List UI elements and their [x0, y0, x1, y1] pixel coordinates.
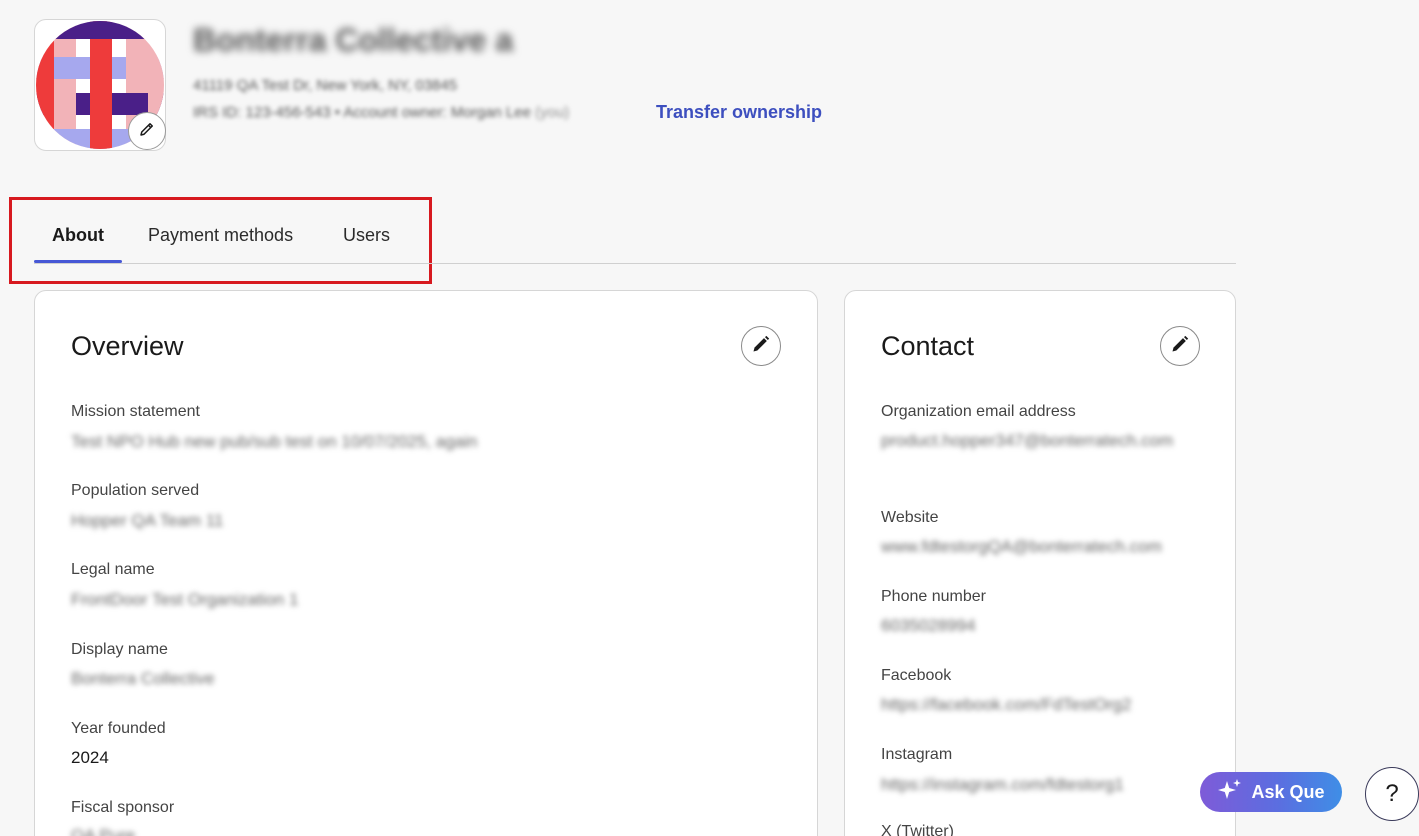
instagram-value: https://instagram.com/fdtestorg1: [881, 775, 1124, 794]
mission-statement-label: Mission statement: [71, 403, 200, 420]
ask-que-label: Ask Que: [1251, 781, 1325, 802]
ask-que-button[interactable]: Ask Que: [1200, 772, 1342, 812]
mission-statement-value: Test NPO Hub new pub/sub test on 10/07/2…: [71, 432, 478, 451]
organization-profile-page: Bonterra Collective a 41119 QA Test Dr, …: [0, 0, 1419, 836]
question-mark-icon: ?: [1385, 780, 1399, 807]
website-value: www.fdtestorgQA@bonterratech.com: [881, 537, 1162, 556]
population-served-value: Hopper QA Team 11: [71, 511, 224, 530]
org-email-label: Organization email address: [881, 403, 1076, 420]
legal-name-label: Legal name: [71, 561, 155, 578]
org-email-value: product.hopper347@bonterratech.com: [881, 431, 1174, 450]
phone-number-label: Phone number: [881, 588, 986, 605]
facebook-value: https://facebook.com/FdTestOrg2: [881, 695, 1132, 714]
year-founded-label: Year founded: [71, 720, 166, 737]
overview-edit-button[interactable]: [741, 326, 781, 366]
org-ids-line: IRS ID: 123-456-543 • Account owner: Mor…: [193, 104, 569, 121]
year-founded-value: 2024: [71, 748, 109, 767]
tab-users[interactable]: Users: [343, 225, 390, 246]
tabs-divider: [34, 263, 1236, 264]
display-name-value: Bonterra Collective: [71, 669, 215, 688]
you-tag: (you): [535, 104, 570, 121]
fiscal-sponsor-label: Fiscal sponsor: [71, 799, 175, 816]
org-address: 41119 QA Test Dr, New York, NY, 03845: [193, 77, 458, 94]
pencil-icon: [1170, 334, 1190, 359]
help-button[interactable]: ?: [1365, 767, 1419, 821]
avatar-edit-button[interactable]: [128, 112, 166, 150]
overview-title: Overview: [71, 331, 184, 361]
twitter-label: X (Twitter): [881, 823, 954, 836]
pencil-icon: [138, 120, 156, 143]
overview-card: Overview Mission statement Test NPO Hub …: [34, 290, 818, 836]
population-served-label: Population served: [71, 482, 200, 499]
org-name: Bonterra Collective a: [193, 22, 514, 58]
facebook-label: Facebook: [881, 667, 952, 684]
contact-card: Contact Organization email address produ…: [844, 290, 1236, 836]
org-ids-text: IRS ID: 123-456-543 • Account owner: Mor…: [193, 104, 531, 121]
pencil-icon: [751, 334, 771, 359]
display-name-label: Display name: [71, 641, 168, 658]
sparkle-icon: [1217, 778, 1243, 807]
legal-name-value: FrontDoor Test Organization 1: [71, 590, 299, 609]
instagram-label: Instagram: [881, 746, 953, 763]
transfer-ownership-link[interactable]: Transfer ownership: [656, 102, 822, 123]
tab-about[interactable]: About: [52, 225, 104, 246]
website-label: Website: [881, 509, 939, 526]
contact-edit-button[interactable]: [1160, 326, 1200, 366]
phone-number-value: 6035028994: [881, 616, 976, 635]
tab-payment-methods[interactable]: Payment methods: [148, 225, 293, 246]
fiscal-sponsor-value: QA Pure: [71, 826, 136, 836]
contact-title: Contact: [881, 331, 975, 361]
